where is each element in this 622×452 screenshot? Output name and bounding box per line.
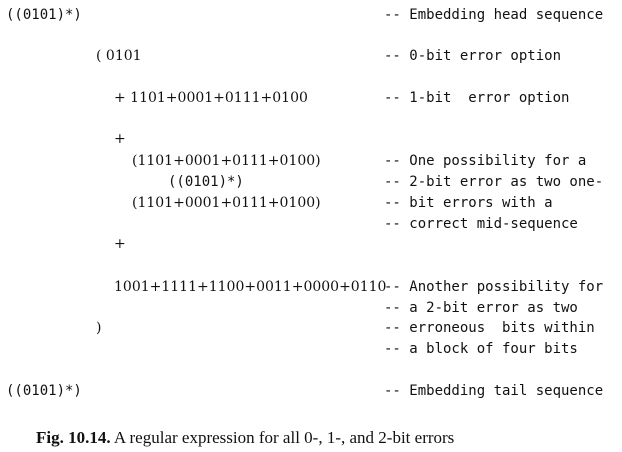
four-bit-comment-line-2: -- a 2-bit error as two bbox=[384, 300, 578, 316]
four-bit-comment-line-3: -- erroneous bits within bbox=[384, 320, 595, 336]
figure-caption: Fig. 10.14. A regular expression for all… bbox=[36, 428, 454, 448]
head-comment: -- Embedding head sequence bbox=[384, 7, 604, 23]
zero-bit-comment: -- 0-bit error option bbox=[384, 48, 562, 64]
close-paren: ) bbox=[96, 320, 102, 336]
figure-caption-text: A regular expression for all 0-, 1-, and… bbox=[110, 428, 455, 447]
two-bit-mid-sequence: ((0101)*) bbox=[168, 174, 244, 190]
plus-operator: + bbox=[114, 131, 126, 147]
four-bit-expression: 1001+1111+1100+0011+0000+0110 bbox=[114, 279, 387, 295]
two-bit-first-group: (1101+0001+0111+0100) bbox=[132, 153, 321, 169]
zero-bit-expression: ( 0101 bbox=[96, 48, 142, 64]
four-bit-comment-line-1: -- Another possibility for bbox=[384, 279, 604, 295]
two-bit-comment-line-4: -- correct mid-sequence bbox=[384, 216, 578, 232]
plus-operator-2: + bbox=[114, 236, 126, 252]
figure-caption-label: Fig. 10.14. bbox=[36, 428, 111, 447]
two-bit-second-group: (1101+0001+0111+0100) bbox=[132, 195, 321, 211]
one-bit-expression: + 1101+0001+0111+0100 bbox=[114, 90, 308, 106]
head-expression: ((0101)*) bbox=[6, 7, 82, 23]
figure-regular-expression: ((0101)*) -- Embedding head sequence ( 0… bbox=[0, 0, 622, 452]
tail-comment: -- Embedding tail sequence bbox=[384, 383, 604, 399]
two-bit-comment-line-3: -- bit errors with a bbox=[384, 195, 553, 211]
one-bit-comment: -- 1-bit error option bbox=[384, 90, 570, 106]
tail-expression: ((0101)*) bbox=[6, 383, 82, 399]
two-bit-comment-line-2: -- 2-bit error as two one- bbox=[384, 174, 604, 190]
two-bit-comment-line-1: -- One possibility for a bbox=[384, 153, 587, 169]
four-bit-comment-line-4: -- a block of four bits bbox=[384, 341, 578, 357]
